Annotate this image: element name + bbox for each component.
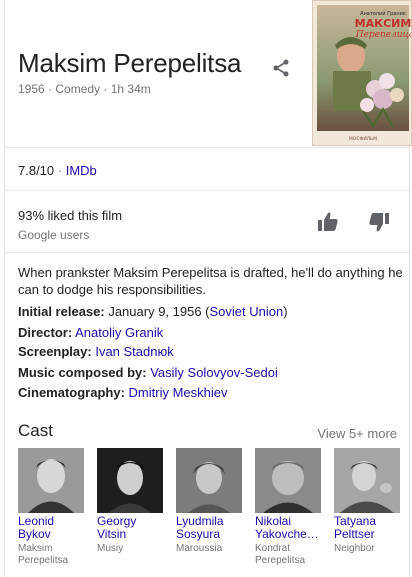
poster-image: Анатолий Граник МАКСИМ Перепелица МОСФИЛ…: [313, 1, 412, 145]
cast-first-name[interactable]: Lyudmila: [176, 515, 242, 528]
fact-link[interactable]: Ivan Stadnюk: [95, 344, 173, 359]
fact-screenplay: Screenplay: Ivan Stadnюk: [18, 344, 174, 359]
cast-heading: Cast: [18, 421, 53, 440]
thumbs-up-icon[interactable]: [316, 210, 340, 234]
cast-first-name[interactable]: Leonid: [18, 515, 84, 528]
cast-member[interactable]: Tatyana Pelttser Neighbor: [334, 448, 400, 555]
fact-label: Screenplay:: [18, 344, 92, 359]
fact-suffix: ): [283, 304, 288, 319]
knowledge-panel: Maksim Perepelitsa 1956 · Comedy · 1h 34…: [4, 0, 412, 577]
film-meta: 1956 · Comedy · 1h 34m: [18, 82, 151, 96]
fact-label: Initial release:: [18, 304, 105, 319]
divider: [5, 147, 409, 148]
liked-source: Google users: [18, 228, 90, 242]
poster-title-line2: Перепелица: [355, 30, 412, 40]
cast-member[interactable]: Nikolai Yakovche… Kondrat Perepelitsa: [255, 448, 321, 567]
poster-title-line1: МАКСИМ: [355, 17, 412, 30]
cast-last-name[interactable]: Sosyura: [176, 528, 242, 541]
fact-value: January 9, 1956 (: [104, 304, 210, 319]
cast-photo: [97, 448, 163, 513]
cast-first-name[interactable]: Georgy: [97, 515, 163, 528]
cast-photo: [255, 448, 321, 513]
fact-link[interactable]: Anatoliy Granik: [75, 325, 163, 340]
cast-first-name[interactable]: Tatyana: [334, 515, 400, 528]
rating-row: 7.8/10 · IMDb: [18, 163, 97, 178]
imdb-link[interactable]: IMDb: [66, 163, 97, 178]
thumbs-down-icon[interactable]: [367, 210, 391, 234]
cast-photo: [334, 448, 400, 513]
fact-cinematography: Cinematography: Dmitriy Meskhiev: [18, 385, 228, 400]
fact-label: Director:: [18, 325, 73, 340]
film-description: When prankster Maksim Perepelitsa is dra…: [18, 265, 403, 297]
cast-member[interactable]: Leonid Bykov Maksim Perepelitsa: [18, 448, 84, 567]
share-icon[interactable]: [271, 58, 291, 78]
cast-member[interactable]: Georgy Vitsin Musiy: [97, 448, 163, 555]
divider: [5, 252, 409, 253]
film-poster[interactable]: Анатолий Граник МАКСИМ Перепелица МОСФИЛ…: [312, 0, 412, 146]
cast-last-name[interactable]: Pelttser: [334, 528, 400, 541]
fact-link[interactable]: Vasily Solovyov-Sedoi: [150, 365, 278, 380]
poster-studio: МОСФИЛЬМ: [349, 136, 377, 142]
rating-separator: ·: [54, 163, 66, 178]
cast-first-name[interactable]: Nikolai: [255, 515, 321, 528]
liked-percentage: 93% liked this film: [18, 208, 123, 223]
view-more-link[interactable]: View 5+ more: [317, 426, 397, 441]
cast-role: Maroussia: [176, 543, 223, 554]
page-title: Maksim Perepelitsa: [18, 48, 242, 78]
cast-last-name[interactable]: Bykov: [18, 528, 84, 541]
cast-role: Maksim Perepelitsa: [18, 543, 69, 566]
fact-music: Music composed by: Vasily Solovyov-Sedoi: [18, 365, 278, 380]
cast-role: Neighbor: [334, 543, 375, 554]
fact-link[interactable]: Dmitriy Meskhiev: [129, 385, 228, 400]
fact-label: Music composed by:: [18, 365, 147, 380]
rating-score: 7.8/10: [18, 163, 55, 178]
fact-initial-release: Initial release: January 9, 1956 (Soviet…: [18, 304, 288, 319]
cast-last-name[interactable]: Vitsin: [97, 528, 163, 541]
cast-photo: [18, 448, 84, 513]
cast-role: Kondrat Perepelitsa: [255, 543, 306, 566]
cast-role: Musiy: [97, 543, 124, 554]
fact-link[interactable]: Soviet Union: [210, 304, 284, 319]
cast-member[interactable]: Lyudmila Sosyura Maroussia: [176, 448, 242, 555]
poster-credit: Анатолий Граник: [360, 10, 406, 17]
cast-last-name[interactable]: Yakovche…: [255, 528, 321, 541]
divider: [5, 190, 409, 191]
fact-director: Director: Anatoliy Granik: [18, 325, 163, 340]
cast-photo: [176, 448, 242, 513]
fact-label: Cinematography:: [18, 385, 125, 400]
